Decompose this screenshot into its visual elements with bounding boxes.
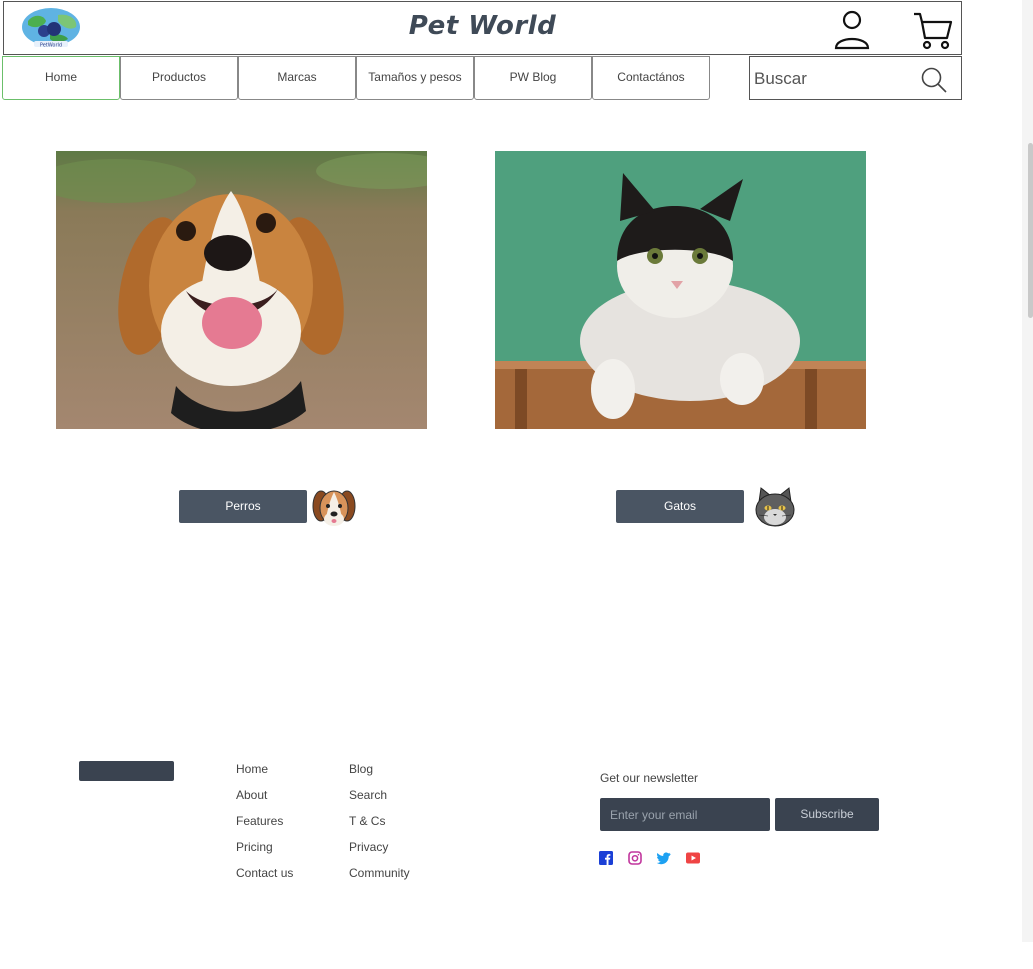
footer-logo-placeholder	[79, 761, 174, 781]
footer-link-blog[interactable]: Blog	[349, 760, 410, 786]
nav-item-marcas[interactable]: Marcas	[238, 56, 356, 100]
youtube-icon[interactable]	[686, 851, 700, 865]
search-box	[749, 56, 962, 100]
cat-face-icon	[753, 486, 797, 528]
newsletter-email-field[interactable]	[600, 798, 770, 831]
footer-link-search[interactable]: Search	[349, 786, 410, 812]
site-header: PetWorld Pet World	[3, 1, 962, 55]
footer-links-col-1: Home About Features Pricing Contact us	[236, 760, 293, 890]
nav-item-productos[interactable]: Productos	[120, 56, 238, 100]
gatos-button[interactable]: Gatos	[616, 490, 744, 523]
footer-link-tcs[interactable]: T & Cs	[349, 812, 410, 838]
dog-face-icon	[312, 486, 356, 528]
facebook-icon[interactable]	[599, 851, 613, 865]
newsletter-title: Get our newsletter	[600, 771, 699, 785]
dog-photo	[56, 151, 427, 429]
search-icon[interactable]	[920, 66, 948, 94]
subscribe-button[interactable]: Subscribe	[775, 798, 879, 831]
user-icon[interactable]	[832, 8, 872, 52]
nav-item-tamanos-y-pesos[interactable]: Tamaños y pesos	[356, 56, 474, 100]
footer-link-pricing[interactable]: Pricing	[236, 838, 293, 864]
page-scrollbar[interactable]	[1022, 0, 1033, 942]
nav-item-home[interactable]: Home	[2, 56, 120, 100]
footer-links-col-2: Blog Search T & Cs Privacy Community	[349, 760, 410, 890]
footer-link-community[interactable]: Community	[349, 864, 410, 890]
footer-link-about[interactable]: About	[236, 786, 293, 812]
nav-item-pw-blog[interactable]: PW Blog	[474, 56, 592, 100]
site-title: Pet World	[408, 11, 557, 41]
nav-item-contactanos[interactable]: Contactános	[592, 56, 710, 100]
instagram-icon[interactable]	[628, 851, 642, 865]
twitter-icon[interactable]	[657, 851, 671, 865]
perros-button[interactable]: Perros	[179, 490, 307, 523]
cart-icon[interactable]	[912, 10, 954, 52]
footer-link-privacy[interactable]: Privacy	[349, 838, 410, 864]
footer-link-home[interactable]: Home	[236, 760, 293, 786]
footer-link-contact-us[interactable]: Contact us	[236, 864, 293, 890]
search-input[interactable]	[754, 65, 914, 93]
svg-text:PetWorld: PetWorld	[40, 43, 62, 49]
scrollbar-thumb[interactable]	[1028, 143, 1033, 318]
cat-photo	[495, 151, 866, 429]
footer-link-features[interactable]: Features	[236, 812, 293, 838]
